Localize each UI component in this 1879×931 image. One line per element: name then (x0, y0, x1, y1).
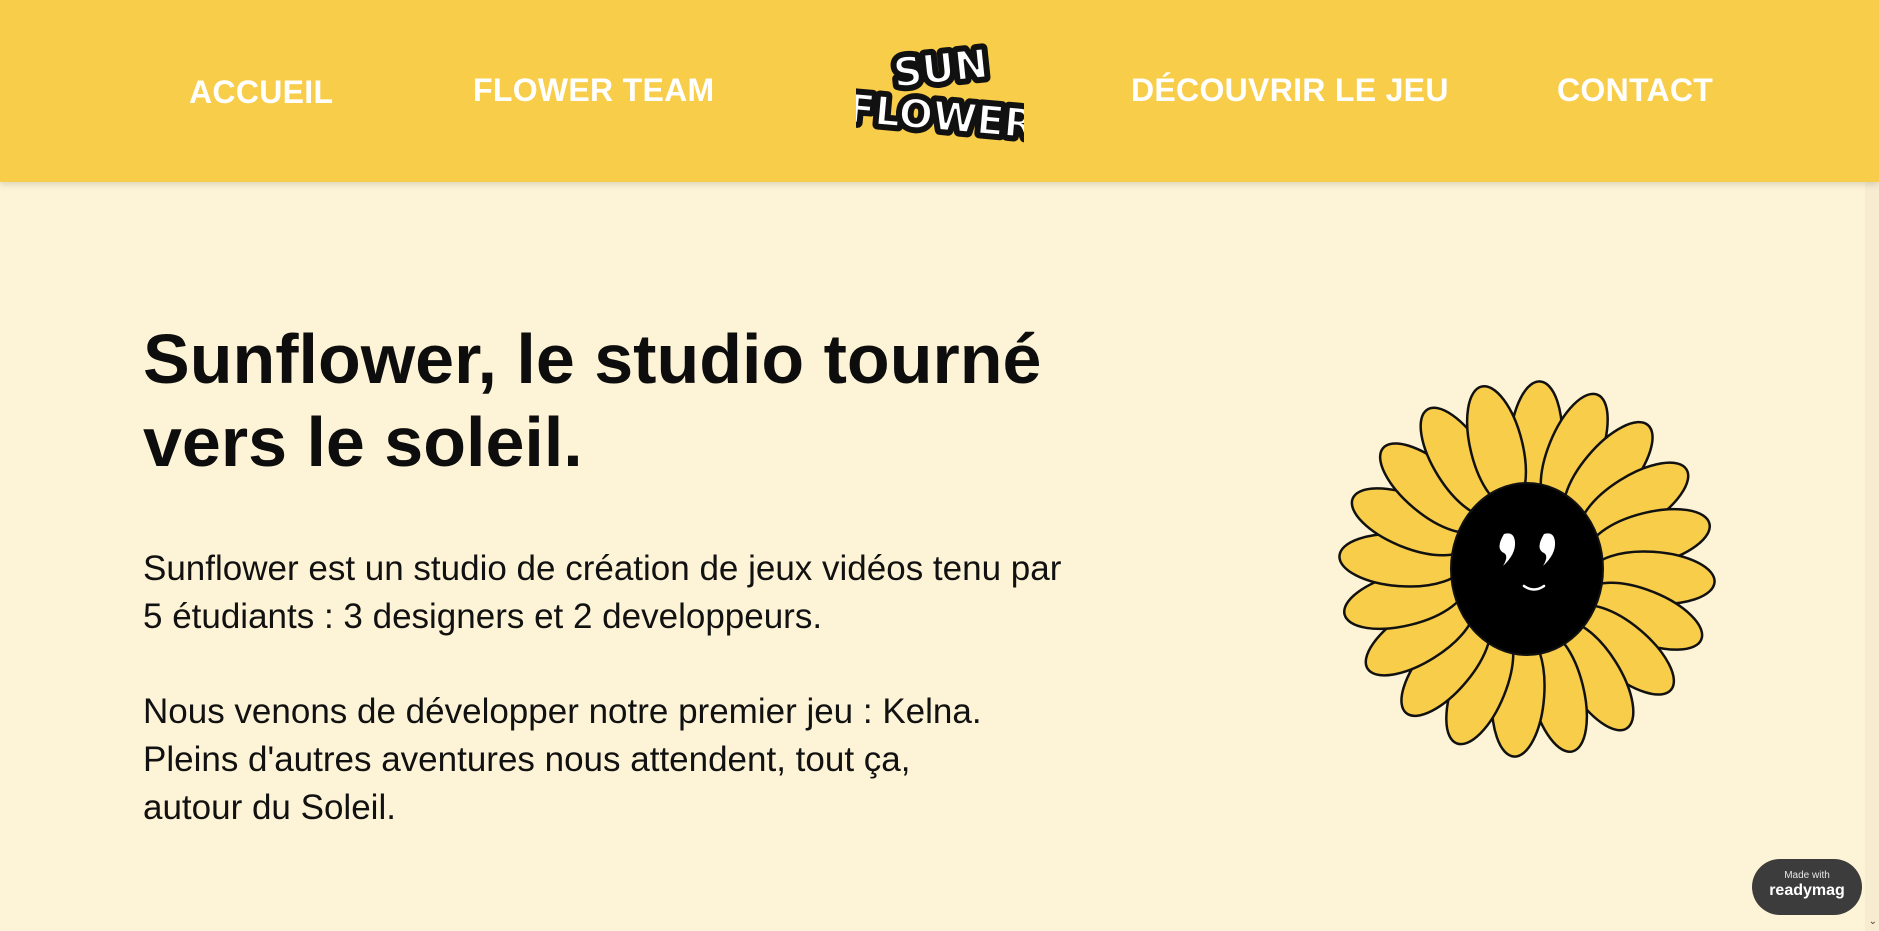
intro-line: Sunflower est un studio de création de j… (143, 549, 1062, 588)
sunflower-face (1450, 482, 1604, 656)
logo-flower-text: FLOWER (856, 86, 1024, 144)
page-scrollbar[interactable]: ⌄ (1865, 182, 1879, 931)
smiling-sunflower-illustration (1338, 376, 1716, 762)
hero-paragraph-game: Nous venons de développer notre premier … (143, 688, 1143, 832)
nav-link-contact[interactable]: CONTACT (1557, 72, 1713, 109)
logo-graphic: SUN SUN FLOWER FLOWER (841, 36, 1042, 153)
badge-brand: readymag (1769, 882, 1845, 899)
nav-link-flower-team[interactable]: FLOWER TEAM (473, 72, 715, 109)
badge-caption: Made with (1784, 870, 1830, 881)
top-navigation: ACCUEIL FLOWER TEAM SUN SUN FLOWER FLOWE… (0, 0, 1879, 182)
logo-sun-text: SUN (891, 41, 990, 97)
sunflower-logo[interactable]: SUN SUN FLOWER FLOWER (841, 36, 1042, 153)
hero-heading: Sunflower, le studio tourné vers le sole… (143, 320, 1042, 481)
made-with-readymag-badge[interactable]: Made with readymag (1752, 859, 1862, 915)
nav-link-accueil[interactable]: ACCUEIL (189, 74, 333, 111)
nav-link-decouvrir-le-jeu[interactable]: DÉCOUVRIR LE JEU (1131, 72, 1449, 109)
game-line: Nous venons de développer notre premier … (143, 692, 982, 731)
scroll-down-icon[interactable]: ⌄ (1869, 916, 1877, 927)
page: ACCUEIL FLOWER TEAM SUN SUN FLOWER FLOWE… (0, 0, 1879, 931)
intro-line: 5 étudiants : 3 designers et 2 developpe… (143, 597, 823, 636)
game-line: autour du Soleil. (143, 788, 396, 827)
hero-paragraph-intro: Sunflower est un studio de création de j… (143, 545, 1143, 641)
game-line: Pleins d'autres aventures nous attendent… (143, 740, 911, 779)
sunflower-graphic (1338, 380, 1716, 758)
